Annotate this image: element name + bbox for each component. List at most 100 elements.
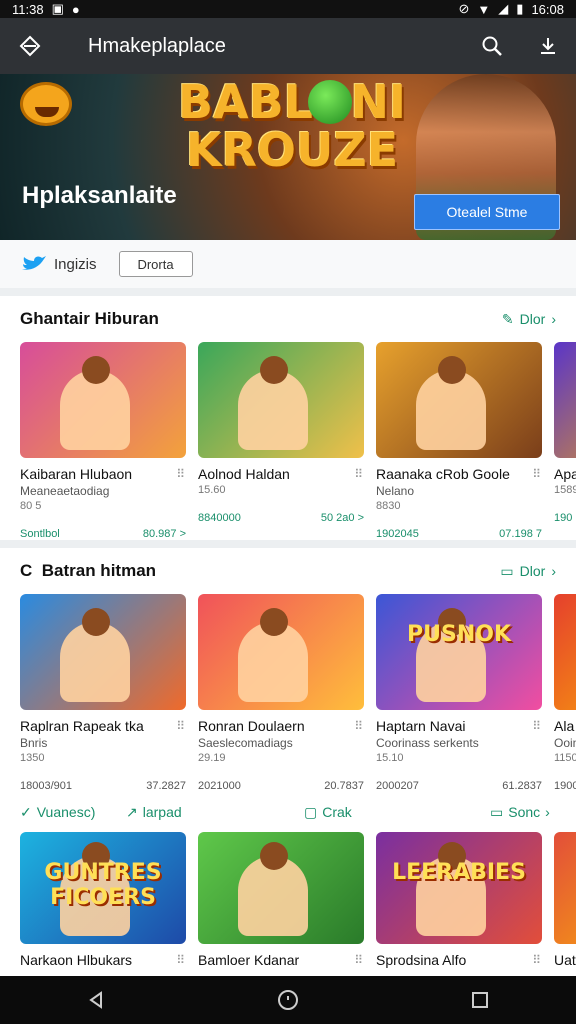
- section-ghantair: Ghantair Hiburan ✎ Dlor › Kaibaran Hluba…: [0, 296, 576, 540]
- game-title-row: Raplran Rapeak tka ⠿: [20, 718, 186, 734]
- game-thumbnail[interactable]: [376, 342, 542, 458]
- game-card[interactable]: Ronran Doulaern ⠿ Saeslecomadiags 29.19 2021…: [198, 594, 364, 792]
- section-more-link[interactable]: ✎ Dlor ›: [502, 311, 556, 328]
- game-meta-right: 80.987 >: [142, 528, 186, 540]
- recents-icon[interactable]: [470, 990, 490, 1010]
- more-options-icon[interactable]: ⠿: [354, 953, 364, 967]
- game-meta-left: 2021000: [198, 780, 241, 792]
- game-card[interactable]: Uat: [554, 832, 576, 968]
- menu-button[interactable]: [0, 18, 60, 74]
- game-thumbnail[interactable]: LEERABIES: [376, 832, 542, 944]
- home-icon[interactable]: [277, 989, 299, 1011]
- battery-icon: ▮: [516, 1, 524, 16]
- character-figure: [238, 356, 308, 450]
- game-rating: 1150: [554, 752, 576, 764]
- section-batran: C Batran hitman ▭ Dlor › Raplran Rapeak …: [0, 548, 576, 978]
- game-card[interactable]: Kaibaran Hlubaon ⠿ Meaneaetaodiag 80 5 Sontl…: [20, 342, 186, 540]
- game-rating: 8830: [376, 500, 401, 512]
- section-title: C Batran hitman: [20, 561, 157, 580]
- leaf-icon: ↗: [126, 803, 138, 820]
- game-title: Ala: [554, 718, 575, 734]
- action-2[interactable]: ↗ larpad: [126, 804, 304, 821]
- signal-icon: ◢: [498, 1, 509, 16]
- filter-bar: Ingizis Drorta: [0, 240, 576, 288]
- game-title: Sprodsina Alfo: [376, 952, 467, 968]
- more-options-icon[interactable]: ⠿: [176, 719, 186, 733]
- game-card[interactable]: Ala Ooin 1150 1900: [554, 594, 576, 792]
- game-meta-left: 18003/901: [20, 780, 72, 792]
- more-options-icon[interactable]: ⠿: [354, 719, 364, 733]
- back-icon[interactable]: [86, 990, 106, 1010]
- more-options-icon[interactable]: ⠿: [176, 467, 186, 481]
- game-card[interactable]: Bamloer Kdanar ⠿: [198, 832, 364, 968]
- more-options-icon[interactable]: ⠿: [532, 467, 542, 481]
- game-subtitle: Coorinass serkents: [376, 736, 479, 750]
- game-thumbnail[interactable]: [198, 594, 364, 710]
- game-title-row: Sprodsina Alfo ⠿: [376, 952, 542, 968]
- game-card[interactable]: LEERABIES Sprodsina Alfo ⠿: [376, 832, 542, 968]
- game-card[interactable]: PUSNOK Haptarn Navai ⠿ Coorinass serkents 15…: [376, 594, 542, 792]
- filter-source[interactable]: Ingizis: [20, 253, 97, 275]
- section-more-link[interactable]: ▭ Dlor ›: [500, 563, 556, 580]
- game-meta: 1900: [554, 780, 576, 792]
- action-3[interactable]: ▢ Crak: [304, 804, 490, 821]
- game-thumbnail[interactable]: [554, 832, 576, 944]
- character-figure: [416, 356, 486, 450]
- game-meta: 1902045 07.198 7: [376, 528, 542, 540]
- chevron-right-icon: ›: [551, 563, 556, 579]
- game-thumbnail[interactable]: [554, 342, 576, 458]
- game-thumbnail[interactable]: [198, 832, 364, 944]
- game-subtitle: Meaneaetaodiag: [20, 484, 110, 498]
- character-figure: [238, 842, 308, 936]
- diamond-nav-icon: [19, 35, 41, 57]
- search-icon: [482, 36, 502, 56]
- game-thumbnail[interactable]: [20, 342, 186, 458]
- game-card[interactable]: Raanaka cRob Goole ⠿ Nelano 8830 1902045 07.1…: [376, 342, 542, 540]
- game-meta-left: 8840000: [198, 512, 241, 524]
- dnd-icon: ⊘: [458, 1, 470, 16]
- game-subtitle: Ooin: [554, 736, 576, 750]
- hero-banner[interactable]: BABLONI KROUZE Hplaksanlaite Otealel Stm…: [0, 74, 576, 240]
- game-card[interactable]: GUNTRES FICOERS Narkaon Hlbukars ⠿: [20, 832, 186, 968]
- game-title: Ronran Doulaern: [198, 718, 305, 734]
- game-thumbnail[interactable]: [198, 342, 364, 458]
- game-title: Uat: [554, 952, 576, 968]
- search-button[interactable]: [464, 18, 520, 74]
- action-1[interactable]: ✓ Vuanesc): [20, 804, 126, 821]
- game-meta-right: 37.2827: [146, 780, 186, 792]
- game-thumbnail[interactable]: GUNTRES FICOERS: [20, 832, 186, 944]
- notification-icon: ▣: [51, 1, 64, 16]
- smiley-icon: [20, 82, 72, 126]
- bookmark-icon: ▭: [500, 562, 514, 579]
- download-icon: [541, 38, 555, 54]
- settings-icon: ●: [71, 1, 80, 17]
- more-options-icon[interactable]: ⠿: [532, 719, 542, 733]
- game-title: Bamloer Kdanar: [198, 952, 300, 968]
- c-icon: C: [20, 561, 42, 580]
- more-options-icon[interactable]: ⠿: [176, 953, 186, 967]
- download-button[interactable]: [520, 18, 576, 74]
- more-options-icon[interactable]: ⠿: [532, 953, 542, 967]
- game-card[interactable]: Apa 1589 190: [554, 342, 576, 540]
- game-card[interactable]: Aolnod Haldan ⠿ 15.60 8840000 50 2a0 >: [198, 342, 364, 540]
- thumbnail-banner: PUSNOK: [407, 622, 511, 647]
- filter-chip[interactable]: Drorta: [118, 251, 193, 277]
- action-4[interactable]: ▭ Sonc ›: [490, 804, 550, 821]
- status-time-left: 11:38: [12, 1, 44, 17]
- game-thumbnail[interactable]: [20, 594, 186, 710]
- game-card[interactable]: Raplran Rapeak tka ⠿ Bnris 1350 18003/901 37.…: [20, 594, 186, 792]
- section-title: Ghantair Hiburan: [20, 309, 159, 328]
- more-options-icon[interactable]: ⠿: [354, 467, 364, 481]
- status-time-right: 16:08: [531, 1, 564, 17]
- game-meta: 190: [554, 512, 576, 524]
- hero-cta-button[interactable]: Otealel Stme: [414, 194, 560, 230]
- game-thumbnail[interactable]: [554, 594, 576, 710]
- game-title: Narkaon Hlbukars: [20, 952, 133, 968]
- game-meta-left: 1900: [554, 780, 576, 792]
- game-title: Raanaka cRob Goole: [376, 466, 510, 482]
- game-thumbnail[interactable]: PUSNOK: [376, 594, 542, 710]
- game-subtitle: Bnris: [20, 736, 48, 750]
- game-title-row: Apa: [554, 466, 576, 482]
- game-meta-right: 07.198 7: [499, 528, 542, 540]
- character-figure: [60, 608, 130, 702]
